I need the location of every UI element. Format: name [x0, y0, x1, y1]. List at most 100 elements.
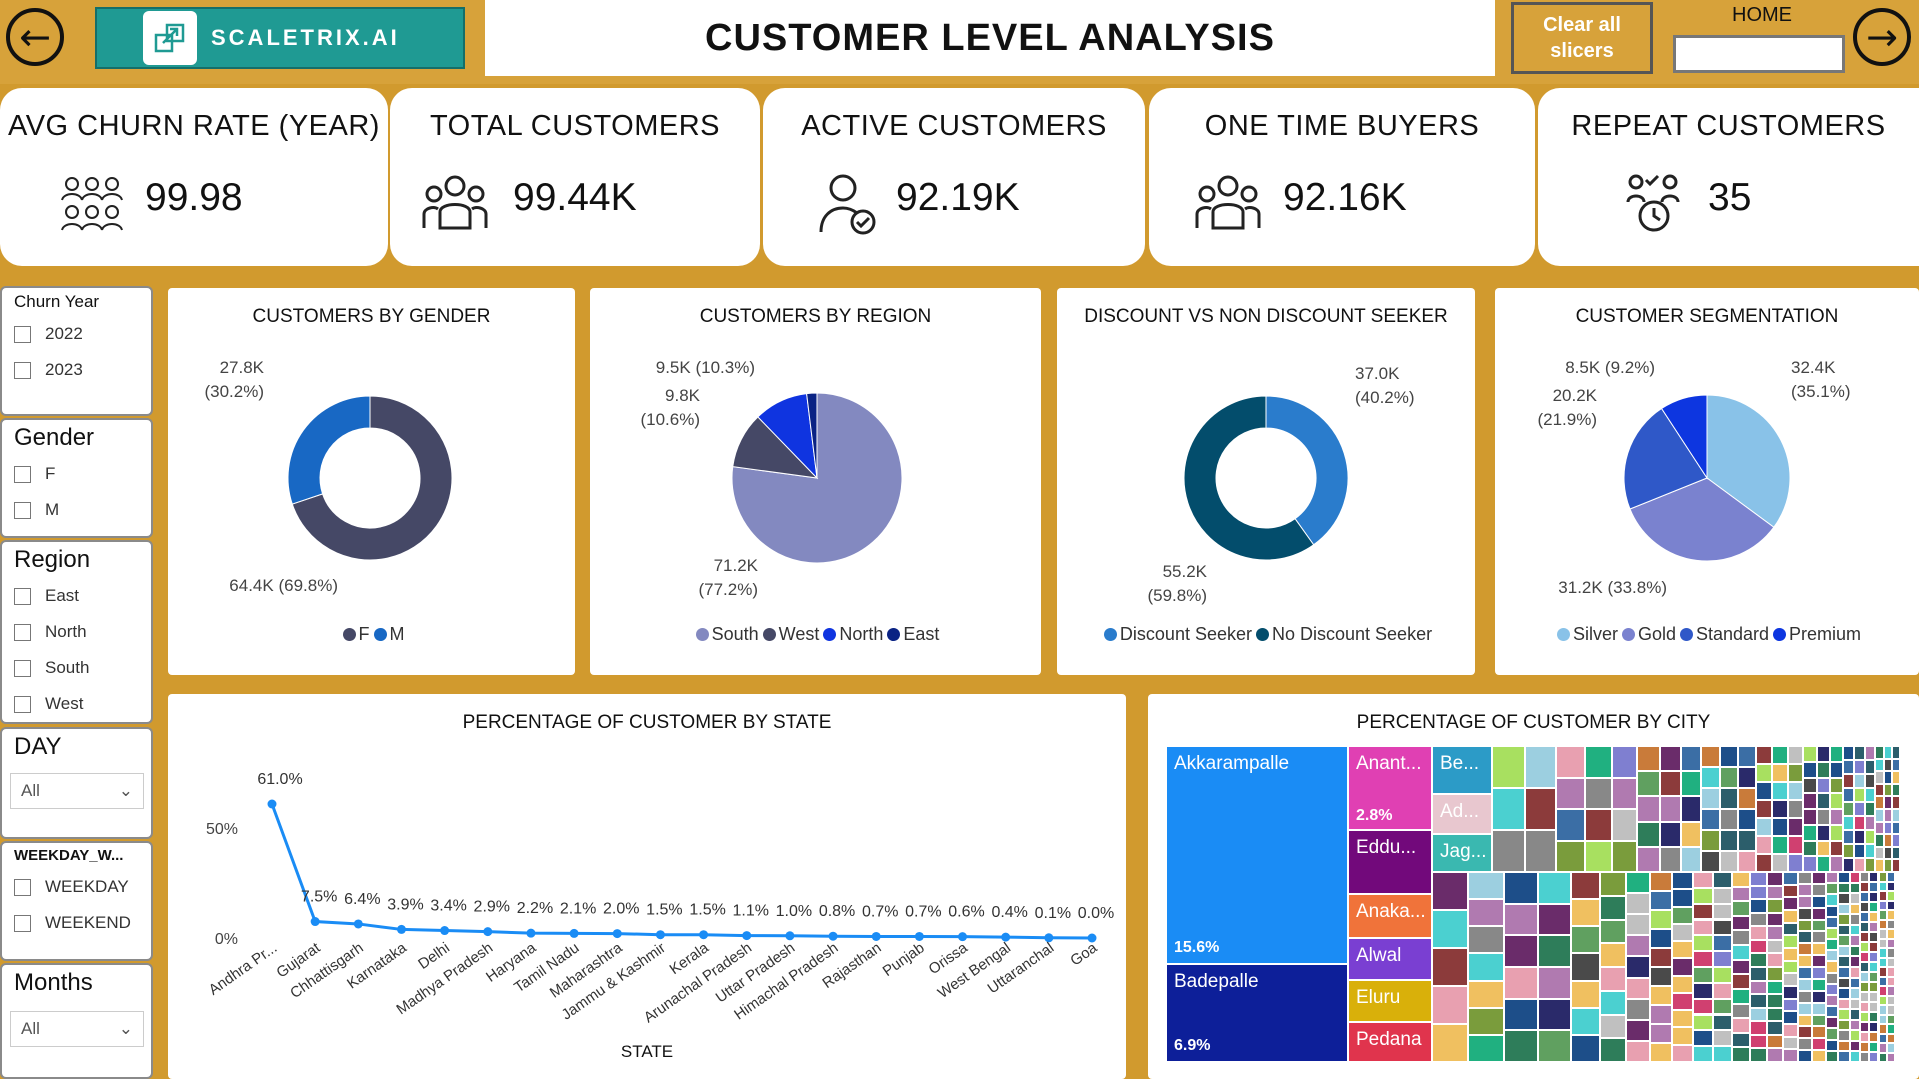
- treemap-cell[interactable]: [1849, 893, 1860, 904]
- treemap-cell[interactable]: [1802, 777, 1817, 794]
- treemap-cell[interactable]: [1626, 914, 1651, 936]
- treemap-cell[interactable]: [1884, 821, 1893, 835]
- treemap-cell[interactable]: [1600, 919, 1627, 944]
- treemap-cell[interactable]: [1859, 902, 1870, 912]
- treemap-cell[interactable]: [1766, 912, 1784, 927]
- treemap-cell-ad[interactable]: Ad...: [1432, 794, 1492, 834]
- treemap-cell[interactable]: [1838, 956, 1850, 967]
- treemap-cell[interactable]: [1712, 1046, 1732, 1062]
- treemap-cell[interactable]: [1875, 834, 1885, 847]
- treemap-cell[interactable]: [1859, 1012, 1870, 1022]
- treemap-cell[interactable]: [1749, 967, 1767, 981]
- treemap-cell[interactable]: [1830, 840, 1843, 857]
- treemap-cell[interactable]: [1869, 1022, 1879, 1032]
- treemap-cell[interactable]: [1878, 881, 1888, 891]
- treemap-cell[interactable]: [1671, 889, 1693, 907]
- treemap-cell[interactable]: [1798, 943, 1813, 956]
- treemap-cell[interactable]: [1712, 1014, 1732, 1031]
- treemap-cell[interactable]: [1798, 1050, 1813, 1062]
- treemap-cell[interactable]: [1869, 1052, 1879, 1062]
- treemap-cell[interactable]: [1680, 771, 1701, 797]
- treemap-cell[interactable]: [1650, 910, 1672, 929]
- treemap-cell[interactable]: [1849, 872, 1860, 883]
- treemap-cell[interactable]: [1812, 967, 1826, 979]
- treemap-cell[interactable]: [1825, 927, 1839, 940]
- treemap-cell[interactable]: [1838, 945, 1850, 957]
- treemap-cell[interactable]: [1650, 872, 1672, 891]
- treemap-cell[interactable]: [1612, 809, 1638, 841]
- treemap-cell[interactable]: [1783, 998, 1799, 1012]
- treemap-cell[interactable]: [1825, 939, 1839, 951]
- treemap-cell[interactable]: [1585, 809, 1613, 841]
- treemap-cell[interactable]: [1865, 788, 1876, 802]
- treemap-cell[interactable]: [1772, 764, 1788, 782]
- treemap-cell[interactable]: [1783, 935, 1799, 948]
- treemap-cell[interactable]: [1816, 809, 1831, 825]
- treemap-cell-anaka[interactable]: Anaka...: [1348, 894, 1432, 938]
- treemap-cell[interactable]: [1875, 783, 1885, 797]
- treemap-cell[interactable]: [1680, 821, 1701, 847]
- treemap-cell[interactable]: [1869, 982, 1879, 992]
- treemap-cell[interactable]: [1600, 1014, 1627, 1039]
- treemap-cell-pedana[interactable]: Pedana: [1348, 1022, 1432, 1062]
- treemap-cell[interactable]: [1538, 967, 1571, 999]
- treemap-cell[interactable]: [1878, 1033, 1888, 1043]
- treemap-cell[interactable]: [1859, 932, 1870, 942]
- treemap-cell[interactable]: [1802, 746, 1817, 762]
- treemap-cell[interactable]: [1849, 914, 1860, 925]
- treemap-cell[interactable]: [1749, 994, 1767, 1008]
- treemap-cell-akkarampalle[interactable]: Akkarampalle 15.6%: [1166, 746, 1348, 964]
- treemap-cell[interactable]: [1892, 771, 1900, 784]
- treemap-cell[interactable]: [1869, 992, 1879, 1002]
- treemap-cell[interactable]: [1798, 955, 1813, 967]
- treemap-cell[interactable]: [1875, 859, 1885, 872]
- treemap-cell[interactable]: [1749, 1007, 1767, 1022]
- treemap-cell[interactable]: [1884, 859, 1893, 872]
- treemap-cell-eddu[interactable]: Eddu...: [1348, 830, 1432, 894]
- treemap-cell[interactable]: [1869, 952, 1879, 962]
- treemap-cell[interactable]: [1692, 982, 1713, 999]
- treemap-cell[interactable]: [1884, 796, 1893, 809]
- treemap-cell[interactable]: [1731, 945, 1750, 960]
- treemap-cell[interactable]: [1749, 926, 1767, 940]
- treemap-cell[interactable]: [1865, 746, 1876, 760]
- treemap-cell[interactable]: [1892, 834, 1900, 847]
- treemap-cell[interactable]: [1538, 935, 1571, 967]
- treemap-cell[interactable]: [1830, 856, 1843, 872]
- treemap-cell-be[interactable]: Be...: [1432, 746, 1492, 794]
- treemap-cell[interactable]: [1787, 764, 1803, 782]
- treemap-cell[interactable]: [1887, 1033, 1896, 1043]
- discount-donut[interactable]: [1057, 288, 1475, 675]
- treemap-cell[interactable]: [1738, 788, 1756, 809]
- treemap-cell[interactable]: [1878, 1052, 1888, 1062]
- treemap-cell[interactable]: [1692, 887, 1713, 904]
- treemap-cell[interactable]: [1637, 846, 1661, 872]
- treemap-cell[interactable]: [1766, 939, 1784, 954]
- treemap-cell[interactable]: [1816, 793, 1831, 809]
- treemap-cell[interactable]: [1626, 935, 1651, 957]
- data-point[interactable]: [569, 928, 579, 938]
- treemap-cell[interactable]: [1468, 953, 1505, 981]
- treemap-cell[interactable]: [1749, 1021, 1767, 1035]
- treemap-cell[interactable]: [1825, 972, 1839, 984]
- treemap-cell[interactable]: [1731, 915, 1750, 931]
- treemap-cell[interactable]: [1859, 1042, 1870, 1052]
- treemap-cell[interactable]: [1798, 1038, 1813, 1051]
- treemap-cell[interactable]: [1671, 1044, 1693, 1062]
- treemap-cell[interactable]: [1612, 777, 1638, 809]
- treemap-cell[interactable]: [1504, 1030, 1539, 1062]
- treemap-cell[interactable]: [1692, 919, 1713, 936]
- treemap-cell[interactable]: [1892, 809, 1900, 822]
- treemap-cell[interactable]: [1700, 851, 1720, 872]
- treemap-cell[interactable]: [1825, 1028, 1839, 1040]
- treemap-cell[interactable]: [1538, 1030, 1571, 1062]
- pie-slice-f[interactable]: [287, 395, 371, 505]
- treemap-cell[interactable]: [1854, 788, 1866, 802]
- treemap-cell[interactable]: [1869, 892, 1879, 902]
- treemap-cell[interactable]: [1798, 967, 1813, 979]
- treemap-cell[interactable]: [1802, 840, 1817, 857]
- treemap-cell[interactable]: [1838, 903, 1850, 915]
- treemap-cell[interactable]: [1842, 844, 1855, 858]
- treemap-cell[interactable]: [1468, 872, 1505, 900]
- treemap-cell[interactable]: [1570, 980, 1601, 1008]
